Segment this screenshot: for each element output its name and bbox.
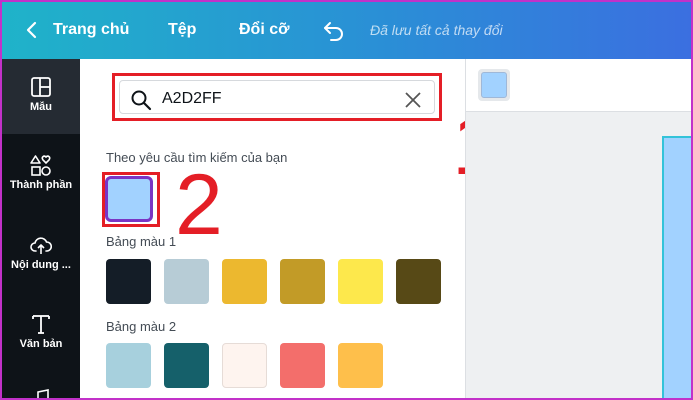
canvas-area xyxy=(466,59,691,398)
color-swatch[interactable] xyxy=(280,343,325,388)
app-window: Trang chủ Tệp Đổi cỡ Đã lưu tất cả thay … xyxy=(0,0,693,400)
color-swatch[interactable] xyxy=(106,259,151,304)
palette-1-title: Bảng màu 1 xyxy=(106,234,177,249)
design-page[interactable] xyxy=(662,136,691,398)
search-icon xyxy=(131,90,152,111)
chevron-left-icon[interactable] xyxy=(22,20,42,40)
sidebar-item-label: Nội dung ... xyxy=(11,259,71,271)
search-highlight: A2D2FF xyxy=(112,73,442,121)
color-swatch[interactable] xyxy=(164,343,209,388)
sidebar-item-label: Mẫu xyxy=(30,101,52,113)
sidebar-item-more[interactable] xyxy=(2,387,80,398)
upload-cloud-icon xyxy=(30,237,52,254)
top-bar: Trang chủ Tệp Đổi cỡ Đã lưu tất cả thay … xyxy=(2,2,691,59)
color-panel: A2D2FF Theo yêu cầu tìm kiếm của bạn Bản… xyxy=(80,59,466,398)
color-swatch[interactable] xyxy=(222,259,267,304)
layout-icon xyxy=(31,77,51,97)
color-swatch[interactable] xyxy=(164,259,209,304)
current-color-swatch xyxy=(481,72,507,98)
palette-2-title: Bảng màu 2 xyxy=(106,319,177,334)
color-swatch[interactable] xyxy=(222,343,267,388)
sidebar: Mẫu Thành phần Nội dung ... Văn bản xyxy=(2,59,80,398)
search-input[interactable]: A2D2FF xyxy=(119,80,435,114)
sidebar-item-label: Thành phần xyxy=(9,179,73,191)
undo-icon[interactable] xyxy=(322,18,346,42)
sidebar-item-text[interactable]: Văn bản xyxy=(2,313,80,350)
color-swatch[interactable] xyxy=(280,259,325,304)
sidebar-item-templates[interactable]: Mẫu xyxy=(2,59,80,134)
color-swatch[interactable] xyxy=(338,343,383,388)
editor-toolbar xyxy=(466,59,691,112)
color-swatch[interactable] xyxy=(106,343,151,388)
save-status: Đã lưu tất cả thay đổi xyxy=(370,22,503,38)
result-color-swatch[interactable] xyxy=(105,176,153,222)
music-icon xyxy=(37,389,49,398)
text-color-button[interactable] xyxy=(478,69,510,101)
home-link[interactable]: Trang chủ xyxy=(53,21,129,39)
file-menu[interactable]: Tệp xyxy=(168,21,196,39)
text-icon xyxy=(32,315,50,334)
resize-menu[interactable]: Đổi cỡ xyxy=(239,21,290,39)
sidebar-item-uploads[interactable]: Nội dung ... xyxy=(2,234,80,271)
sidebar-item-elements[interactable]: Thành phần xyxy=(2,154,80,191)
color-swatch[interactable] xyxy=(338,259,383,304)
close-icon[interactable] xyxy=(404,91,422,109)
annotation-step-2: 2 xyxy=(175,157,223,253)
search-value: A2D2FF xyxy=(162,90,222,107)
color-swatch[interactable] xyxy=(396,259,441,304)
sidebar-item-label: Văn bản xyxy=(19,338,63,350)
shapes-icon xyxy=(30,155,51,176)
